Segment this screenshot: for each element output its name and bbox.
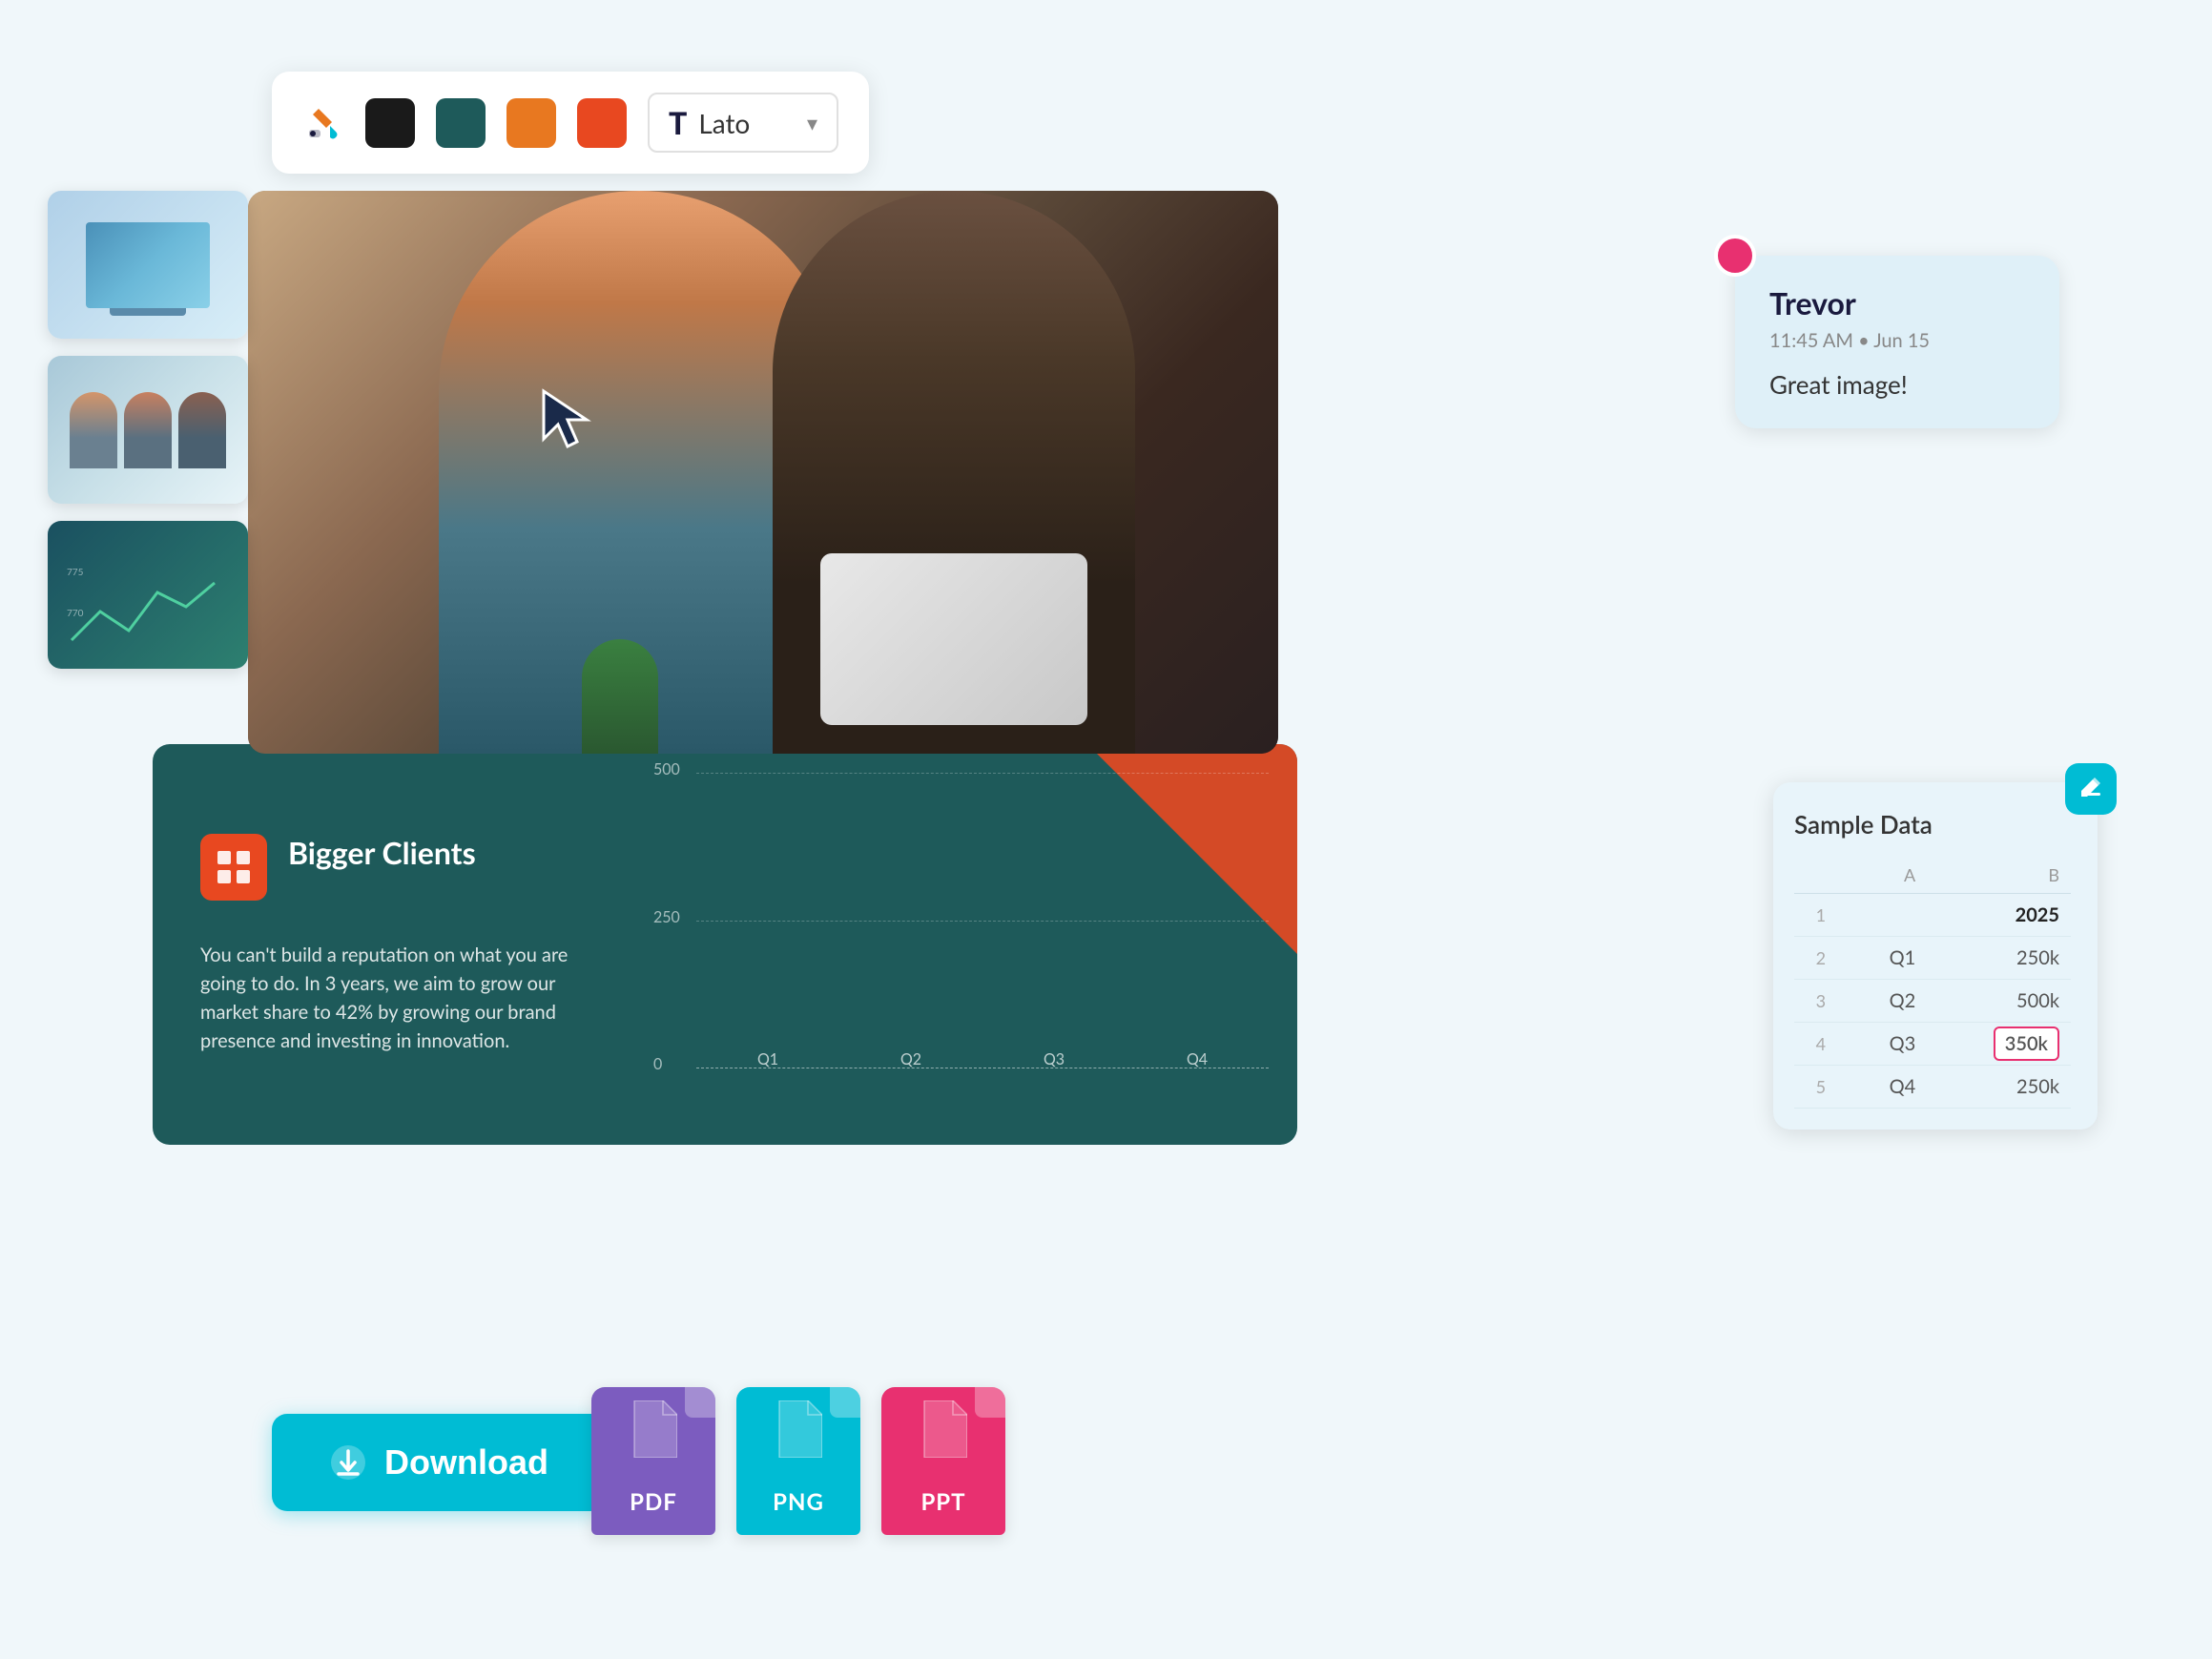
highlighted-cell[interactable]: 350k [1994,1027,2059,1061]
col-header-num [1794,857,1848,894]
row-4-num: 4 [1794,1023,1848,1066]
row-2-num: 2 [1794,937,1848,980]
file-badges: PDF PNG PPT [591,1387,1005,1535]
pdf-label: PDF [630,1488,677,1516]
thumbnail-chart[interactable]: 775 770 [48,521,248,669]
font-selector[interactable]: T Lato ▾ [648,93,838,153]
chart-area: 500 250 0 Q1 [630,744,1297,1145]
ppt-badge[interactable]: PPT [881,1387,1005,1535]
bar-q2-label: Q2 [900,1050,921,1068]
font-name: Lato [698,107,796,139]
mini-person-2 [124,392,172,468]
hero-image [248,191,1278,754]
thumbnail-sidebar: 775 770 [48,191,248,669]
laptop-mini-icon [86,222,210,308]
hero-plant [582,639,658,754]
grid-label-0: 0 [653,1055,662,1073]
png-label: PNG [773,1488,824,1516]
file-icon-pdf [630,1400,677,1458]
row-3-a: Q2 [1848,980,1927,1023]
row-5-a: Q4 [1848,1066,1927,1109]
mini-person-1 [70,392,117,468]
grid-label-500: 500 [653,760,680,778]
download-label: Download [384,1442,548,1483]
data-table: A B 1 2025 2 Q1 250k 3 Q2 500k [1794,857,2071,1109]
bar-q3-label: Q3 [1044,1050,1065,1068]
ppt-label: PPT [920,1488,965,1516]
file-icon-ppt [920,1400,967,1458]
table-row: 4 Q3 350k [1794,1023,2071,1066]
bar-q1: Q1 [706,1045,830,1068]
thumbnail-meeting[interactable] [48,356,248,504]
grid-label-250: 250 [653,908,680,926]
row-2-a: Q1 [1848,937,1927,980]
edit-button[interactable] [2065,763,2117,815]
slide-icon [200,834,267,901]
row-1-a [1848,894,1927,937]
download-button[interactable]: Download [272,1414,606,1511]
row-3-num: 3 [1794,980,1848,1023]
table-row: 1 2025 [1794,894,2071,937]
slide-content: Bigger Clients You can't build a reputat… [153,744,630,1145]
color-swatch-teal[interactable] [436,98,486,148]
table-row: 3 Q2 500k [1794,980,2071,1023]
cursor-icon [534,382,610,458]
comment-bubble: Trevor 11:45 AM • Jun 15 Great image! [1735,256,2059,428]
bars-container: Q1 Q2 Q3 Q4 [696,773,1269,1068]
comment-time: 11:45 AM • Jun 15 [1769,329,2025,352]
comment-text: Great image! [1769,369,2025,400]
comment-dot [1714,235,1756,277]
chevron-down-icon: ▾ [807,110,817,136]
download-icon [329,1443,367,1482]
pdf-badge[interactable]: PDF [591,1387,715,1535]
row-1-b: 2025 [1927,894,2071,937]
hero-laptop-element [820,553,1087,725]
png-badge[interactable]: PNG [736,1387,860,1535]
slide-title: Bigger Clients [288,834,476,871]
bar-q4: Q4 [1135,1045,1259,1068]
bar-q4-label: Q4 [1187,1050,1208,1068]
table-header-row: A B [1794,857,2071,894]
row-4-a: Q3 [1848,1023,1927,1066]
color-toolbar: T Lato ▾ [272,72,869,174]
svg-text:770: 770 [67,608,84,619]
hero-background [248,191,1278,754]
meeting-thumb-content [48,356,248,504]
bar-q2: Q2 [849,1045,973,1068]
sample-data-title: Sample Data [1794,809,1933,840]
col-header-b: B [1927,857,2071,894]
row-5-num: 5 [1794,1066,1848,1109]
table-row: 2 Q1 250k [1794,937,2071,980]
thumbnail-laptop[interactable] [48,191,248,339]
paint-bucket-icon[interactable] [302,102,344,144]
row-3-b: 500k [1927,980,2071,1023]
file-icon-png [775,1400,822,1458]
svg-text:775: 775 [67,567,84,578]
row-4-b-highlight[interactable]: 350k [1927,1023,2071,1066]
scene: T Lato ▾ 775 770 [0,0,2212,1659]
row-1-num: 1 [1794,894,1848,937]
row-5-b: 250k [1927,1066,2071,1109]
slide-description: You can't build a reputation on what you… [200,941,582,1055]
row-2-b: 250k [1927,937,2071,980]
color-swatch-black[interactable] [365,98,415,148]
col-header-a: A [1848,857,1927,894]
font-t-icon: T [669,104,687,141]
comment-author: Trevor [1769,284,2025,321]
bar-q3: Q3 [992,1045,1116,1068]
color-swatch-red[interactable] [577,98,627,148]
sample-data-header: Sample Data [1794,809,2071,840]
mini-person-3 [178,392,226,468]
table-row: 5 Q4 250k [1794,1066,2071,1109]
sample-data-panel: Sample Data A B 1 2025 2 Q1 250k [1773,782,2098,1130]
color-swatch-orange[interactable] [506,98,556,148]
dark-slide: Bigger Clients You can't build a reputat… [153,744,1297,1145]
bar-q1-label: Q1 [757,1050,778,1068]
